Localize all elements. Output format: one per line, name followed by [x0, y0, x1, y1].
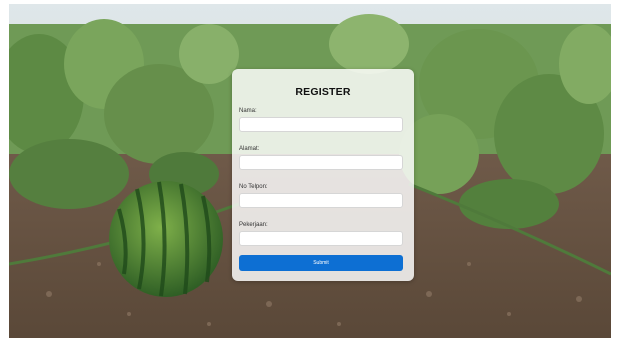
- name-input[interactable]: [239, 117, 403, 132]
- occupation-input[interactable]: [239, 231, 403, 246]
- address-label: Alamat:: [239, 146, 260, 152]
- phone-input[interactable]: [239, 193, 403, 208]
- register-card: REGISTER Nama: Alamat: No Telpon: Pekerj…: [232, 69, 414, 281]
- register-title: REGISTER: [295, 86, 351, 98]
- submit-button[interactable]: Submit: [239, 255, 403, 271]
- occupation-label: Pekerjaan:: [239, 222, 268, 228]
- page-frame: REGISTER Nama: Alamat: No Telpon: Pekerj…: [9, 4, 611, 338]
- address-input[interactable]: [239, 155, 403, 170]
- name-label: Nama:: [239, 108, 257, 114]
- phone-label: No Telpon:: [239, 184, 268, 190]
